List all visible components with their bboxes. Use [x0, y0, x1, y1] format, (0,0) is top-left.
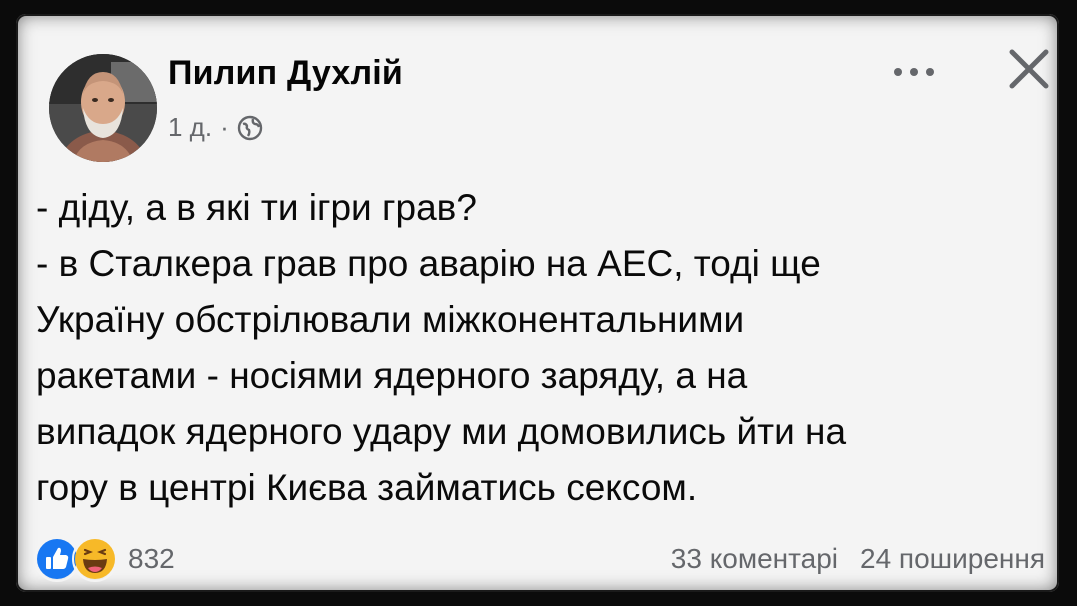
- more-horizontal-icon[interactable]: [884, 60, 944, 84]
- post-text: - діду, а в які ти ігри грав? - в Сталке…: [36, 180, 1036, 516]
- close-icon[interactable]: [1004, 44, 1054, 94]
- reaction-count: 832: [128, 543, 175, 574]
- engagement-stats: 33 коментарі 24 поширення: [671, 543, 1045, 575]
- comments-count-link[interactable]: 33 коментарі: [671, 543, 838, 575]
- globe-icon: [237, 115, 262, 140]
- reactions-summary[interactable]: 832: [34, 536, 175, 582]
- photo-frame: Пилип Духлій 1 д. · - діду, а в які ти і…: [0, 0, 1077, 606]
- post-author-name[interactable]: Пилип Духлій: [168, 54, 403, 93]
- post-text-line: - в Сталкера грав про аварію на АЕС, тод…: [36, 243, 821, 284]
- post-text-line: випадок ядерного удару ми домовились йти…: [36, 411, 847, 452]
- post-text-line: гору в центрі Києва займатись сексом.: [36, 467, 698, 508]
- post-meta: 1 д. ·: [168, 112, 263, 143]
- meta-separator: ·: [220, 112, 229, 142]
- shares-count-link[interactable]: 24 поширення: [860, 543, 1045, 575]
- haha-icon: [72, 536, 118, 582]
- post-text-line: - діду, а в які ти ігри грав?: [36, 187, 477, 228]
- post-card: Пилип Духлій 1 д. · - діду, а в які ти і…: [16, 14, 1059, 592]
- avatar[interactable]: [49, 54, 157, 162]
- post-text-line: Україну обстрілювали міжконентальними: [36, 299, 745, 340]
- post-text-line: ракетами - носіями ядерного заряду, а на: [36, 355, 748, 396]
- avatar-image: [49, 54, 157, 162]
- post-timestamp[interactable]: 1 д.: [168, 112, 212, 143]
